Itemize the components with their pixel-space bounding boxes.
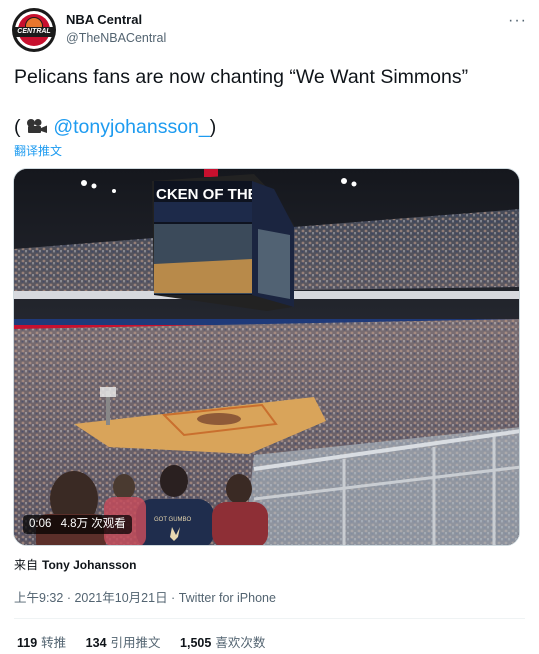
more-icon[interactable]: ··· [508,12,527,30]
video-badge: 0:06 4.8万 次观看 [23,515,132,534]
video-frame-arena: CKEN OF THE GOT GUMBO [14,169,519,545]
media-source: 来自 Tony Johansson [14,556,136,573]
video-duration: 0:06 [29,518,52,530]
retweets-count: 119 [17,636,38,650]
quotes-label: 引用推文 [110,636,161,650]
avatar-banner-text: CENTRAL [14,27,54,37]
translate-link[interactable]: 翻译推文 [14,142,62,159]
retweets-label: 转推 [41,636,67,650]
likes-label: 喜欢次数 [215,636,266,650]
likes-stat[interactable]: 1,505 喜欢次数 [180,636,265,650]
meta-separator: · [167,591,179,605]
tweet-credit: ( @tonyjohansson_) [14,114,216,140]
author-name-block[interactable]: NBA Central @TheNBACentral [66,11,166,47]
avatar[interactable]: CENTRAL [12,8,56,52]
tweet-date[interactable]: 2021年10月21日 [74,591,167,605]
tweet-text: Pelicans fans are now chanting “We Want … [14,66,469,88]
tweet-header: CENTRAL NBA Central @TheNBACentral ··· [12,8,527,52]
meta-separator: · [63,591,75,605]
quotes-count: 134 [85,636,107,650]
divider [14,618,525,619]
mention-link[interactable]: @tonyjohansson_ [53,116,209,138]
jersey-text: GOT GUMBO [154,517,192,523]
tweet-time[interactable]: 上午9:32 [14,591,63,605]
credit-close-paren: ) [209,116,217,138]
source-label: 来自 [14,558,39,572]
author-handle[interactable]: @TheNBACentral [66,30,166,47]
tweet-meta: 上午9:32 · 2021年10月21日 · Twitter for iPhon… [14,587,276,606]
source-author[interactable]: Tony Johansson [42,558,136,572]
quotes-stat[interactable]: 134 引用推文 [86,636,161,650]
likes-count: 1,505 [180,636,212,650]
jumbotron-text: CKEN OF THE [156,186,258,203]
video-views: 4.8万 次观看 [60,518,126,530]
tweet-app-source[interactable]: Twitter for iPhone [179,591,276,605]
credit-open-paren: ( [14,116,26,138]
tweet-stats: 119 转推 134 引用推文 1,505 喜欢次数 [17,632,281,651]
retweets-stat[interactable]: 119 转推 [17,636,66,650]
video-player[interactable]: CKEN OF THE GOT GUMBO 0:06 4.8万 次观看 [13,168,520,546]
author-display-name[interactable]: NBA Central [66,11,166,28]
camera-icon [26,119,47,133]
